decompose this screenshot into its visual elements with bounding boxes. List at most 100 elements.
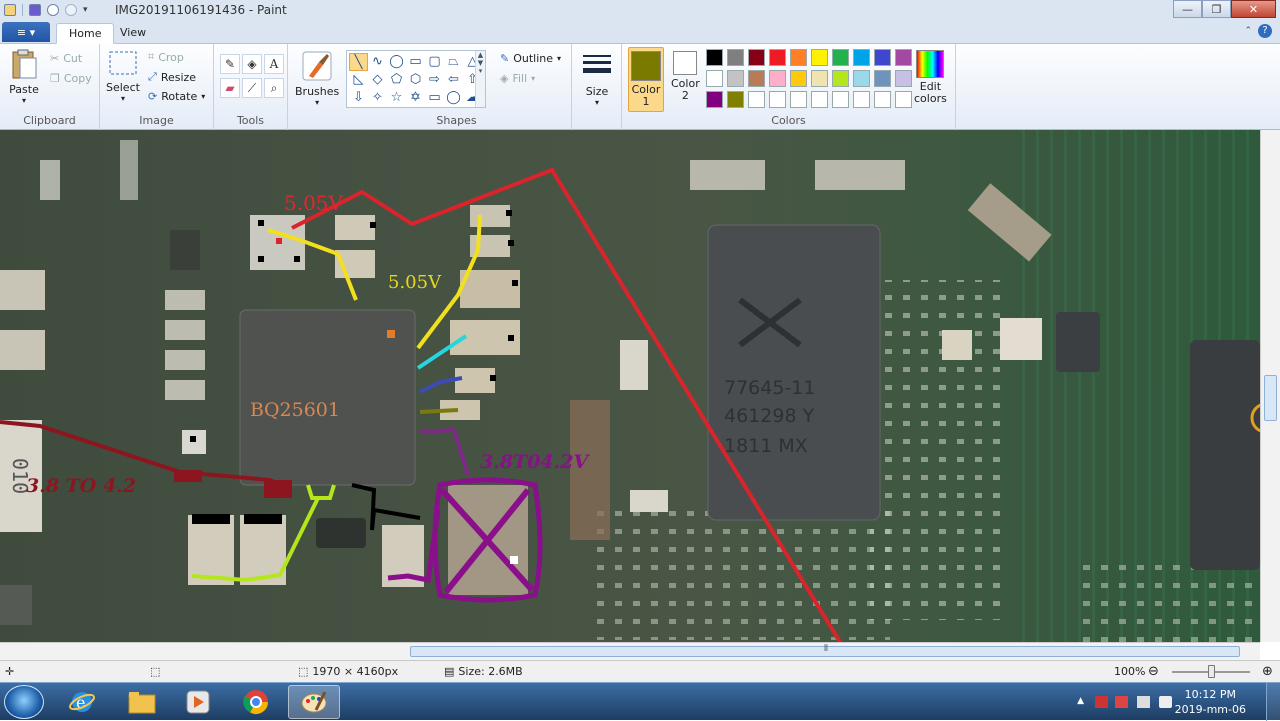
size-button[interactable]: Size ▾ xyxy=(581,50,613,107)
paint-app-icon[interactable] xyxy=(4,4,16,16)
outline-button[interactable]: ✎ Outline ▾ xyxy=(500,52,561,65)
palette-swatch[interactable] xyxy=(727,70,744,87)
shapes-gallery-scroll[interactable]: ▲ ▼ ▾ xyxy=(475,51,485,107)
show-desktop-button[interactable] xyxy=(1266,683,1280,721)
volume-icon[interactable] xyxy=(1159,696,1172,708)
edit-colors-button[interactable]: Edit colors xyxy=(914,50,947,105)
palette-swatch[interactable] xyxy=(832,49,849,66)
hexagon-shape-icon[interactable]: ⬡ xyxy=(406,71,425,89)
minimize-button[interactable]: — xyxy=(1173,0,1202,18)
diamond-shape-icon[interactable]: ◇ xyxy=(368,71,387,89)
network-icon[interactable] xyxy=(1137,696,1150,708)
close-button[interactable]: ✕ xyxy=(1231,0,1276,18)
help-icon[interactable]: ? xyxy=(1258,24,1272,38)
palette-swatch[interactable] xyxy=(727,91,744,108)
palette-swatch[interactable] xyxy=(811,49,828,66)
start-button[interactable] xyxy=(4,685,44,719)
brushes-dropdown-icon[interactable]: ▾ xyxy=(315,98,319,107)
palette-swatch[interactable] xyxy=(706,91,723,108)
file-menu-button[interactable]: ≡ ▾ xyxy=(2,22,50,42)
minimize-ribbon-icon[interactable]: ⌃ xyxy=(1244,26,1252,36)
save-icon[interactable] xyxy=(29,4,41,16)
redo-icon[interactable] xyxy=(65,4,77,16)
palette-swatch[interactable] xyxy=(706,49,723,66)
rounded-rect-shape-icon[interactable]: ▢ xyxy=(425,53,444,71)
shapes-gallery[interactable]: ╲ ∿ ◯ ▭ ▢ ⏢ △ ◺ ◇ ⬠ ⬡ ⇨ ⇦ ⇧ ⇩ ✧ ☆ ✡ ▭ ◯ … xyxy=(346,50,486,108)
undo-icon[interactable] xyxy=(47,4,59,16)
zoom-in-button[interactable]: ⊕ xyxy=(1262,664,1273,679)
five-point-star-shape-icon[interactable]: ☆ xyxy=(387,89,406,107)
rotate-button[interactable]: ⟳ Rotate ▾ xyxy=(148,90,205,103)
taskbar-explorer[interactable] xyxy=(116,685,168,719)
palette-swatch[interactable] xyxy=(832,70,849,87)
zoom-out-button[interactable]: ⊖ xyxy=(1148,664,1159,679)
pentagon-shape-icon[interactable]: ⬠ xyxy=(387,71,406,89)
palette-swatch[interactable] xyxy=(706,70,723,87)
fill-button[interactable]: ◈ Fill ▾ xyxy=(500,72,535,85)
palette-swatch[interactable] xyxy=(895,91,912,108)
palette-swatch[interactable] xyxy=(853,49,870,66)
palette-swatch[interactable] xyxy=(853,91,870,108)
drawing-canvas[interactable]: 010 BQ25601 77645-11 461298 Y 1811 MX 5.… xyxy=(0,130,1260,642)
palette-swatch[interactable] xyxy=(853,70,870,87)
palette-swatch[interactable] xyxy=(874,49,891,66)
paste-dropdown-icon[interactable]: ▾ xyxy=(22,96,26,105)
palette-swatch[interactable] xyxy=(895,70,912,87)
left-arrow-shape-icon[interactable]: ⇦ xyxy=(444,71,463,89)
down-arrow-shape-icon[interactable]: ⇩ xyxy=(349,89,368,107)
palette-swatch[interactable] xyxy=(874,91,891,108)
palette-swatch[interactable] xyxy=(832,91,849,108)
palette-swatch[interactable] xyxy=(790,70,807,87)
four-point-star-shape-icon[interactable]: ✧ xyxy=(368,89,387,107)
vertical-scroll-thumb[interactable] xyxy=(1264,375,1277,421)
vertical-scrollbar[interactable] xyxy=(1260,130,1280,642)
palette-swatch[interactable] xyxy=(727,49,744,66)
fill-bucket-icon[interactable]: ◈ xyxy=(242,54,262,74)
palette-swatch[interactable] xyxy=(811,70,828,87)
cut-button[interactable]: ✂ Cut xyxy=(50,52,82,65)
paste-button[interactable]: Paste ▾ xyxy=(8,48,40,105)
taskbar-paint[interactable] xyxy=(288,685,340,719)
customize-qa-icon[interactable]: ▾ xyxy=(83,5,88,15)
six-point-star-shape-icon[interactable]: ✡ xyxy=(406,89,425,107)
palette-swatch[interactable] xyxy=(790,91,807,108)
taskbar-clock[interactable]: 10:12 PM 2019-mm-06 xyxy=(1175,687,1246,717)
color2-button[interactable]: Color 2 xyxy=(671,51,700,102)
palette-swatch[interactable] xyxy=(790,49,807,66)
color1-button[interactable]: Color 1 xyxy=(628,47,664,112)
resize-button[interactable]: ⤢ Resize xyxy=(148,70,196,84)
magnifier-icon[interactable]: ⌕ xyxy=(264,78,284,98)
palette-swatch[interactable] xyxy=(769,91,786,108)
show-hidden-icons[interactable]: ▲ xyxy=(1077,696,1084,708)
palette-swatch[interactable] xyxy=(874,70,891,87)
eraser-icon[interactable]: ▰ xyxy=(220,78,240,98)
tab-view[interactable]: View xyxy=(108,23,158,44)
palette-swatch[interactable] xyxy=(748,91,765,108)
tray-app-icon-1[interactable] xyxy=(1095,696,1108,708)
right-arrow-shape-icon[interactable]: ⇨ xyxy=(425,71,444,89)
crop-button[interactable]: ⌗ Crop xyxy=(148,50,184,64)
text-tool-icon[interactable]: A xyxy=(264,54,284,74)
right-triangle-shape-icon[interactable]: ◺ xyxy=(349,71,368,89)
color-picker-icon[interactable]: ⟋ xyxy=(242,78,262,98)
select-dropdown-icon[interactable]: ▾ xyxy=(121,94,125,103)
palette-swatch[interactable] xyxy=(769,49,786,66)
pencil-icon[interactable]: ✎ xyxy=(220,54,240,74)
palette-swatch[interactable] xyxy=(811,91,828,108)
rectangle-shape-icon[interactable]: ▭ xyxy=(406,53,425,71)
palette-swatch[interactable] xyxy=(748,49,765,66)
palette-swatch[interactable] xyxy=(895,49,912,66)
zoom-slider-thumb[interactable] xyxy=(1208,665,1215,678)
horizontal-scrollbar[interactable]: ⦀ xyxy=(0,642,1260,660)
curve-shape-icon[interactable]: ∿ xyxy=(368,53,387,71)
taskbar-media-player[interactable] xyxy=(172,685,224,719)
copy-button[interactable]: ❐ Copy xyxy=(50,72,92,85)
palette-swatch[interactable] xyxy=(769,70,786,87)
line-shape-icon[interactable]: ╲ xyxy=(349,53,368,71)
tab-home[interactable]: Home xyxy=(56,23,115,44)
callout-oval-shape-icon[interactable]: ◯ xyxy=(444,89,463,107)
taskbar-chrome[interactable] xyxy=(230,685,282,719)
select-button[interactable]: Select ▾ xyxy=(106,50,140,103)
brushes-button[interactable]: Brushes ▾ xyxy=(295,50,339,107)
polygon-shape-icon[interactable]: ⏢ xyxy=(444,53,463,71)
